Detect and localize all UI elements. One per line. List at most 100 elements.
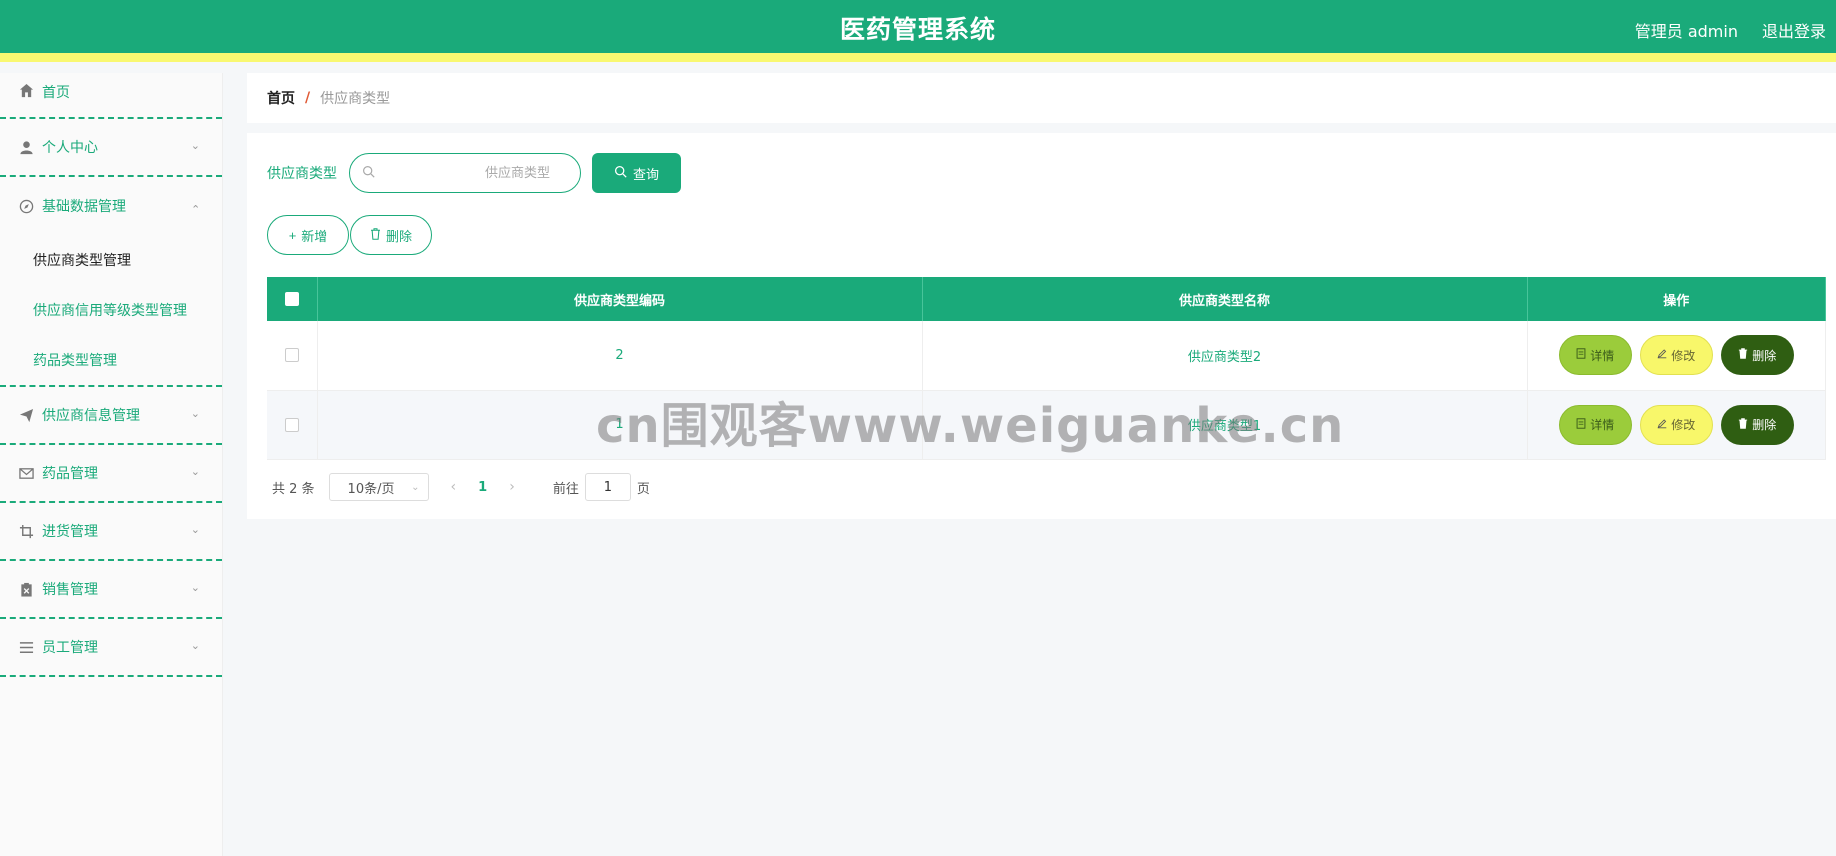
column-header-name: 供应商类型名称 [922,277,1528,321]
sidebar-item-label: 供应商信用等级类型管理 [33,303,187,319]
compass-icon [18,198,34,214]
search-icon [362,165,375,182]
search-icon [614,165,627,181]
sidebar-item-home[interactable]: 首页 [0,73,222,119]
clipboard-icon [18,581,34,597]
user-icon [18,139,34,155]
pencil-icon [1657,418,1667,432]
detail-button-label: 详情 [1590,348,1615,363]
search-input[interactable] [375,164,568,182]
chevron-up-icon: ⌄ [190,202,200,216]
column-header-actions: 操作 [1527,277,1826,321]
chevron-down-icon: ⌄ [190,465,200,479]
add-button[interactable]: + 新增 [267,215,349,255]
pagination: 共 2 条 10条/页 ⌄ ‹ 1 › 前往 页 [272,473,650,501]
admin-user-label[interactable]: 管理员 admin [1635,18,1738,42]
goto-prefix: 前往 [552,481,579,497]
cell-actions: 详情 修改 删除 [1527,390,1826,460]
logout-link[interactable]: 退出登录 [1762,18,1826,42]
list-icon [18,639,34,655]
goto-page-input[interactable] [584,473,631,501]
sidebar-item-purchase[interactable]: 进货管理 ⌄ [0,503,222,561]
breadcrumb-home[interactable]: 首页 [267,88,295,108]
select-all-checkbox[interactable] [284,292,299,306]
add-button-label: 新增 [301,228,328,244]
table-row: 2 供应商类型2 详情 修改 删除 [267,321,1826,391]
delete-row-button[interactable]: 删除 [1720,335,1794,376]
breadcrumb-current: 供应商类型 [320,91,391,107]
detail-button[interactable]: 详情 [1558,335,1632,376]
sidebar-item-basic-data[interactable]: 基础数据管理 ⌄ [0,177,222,235]
sidebar-item-staff[interactable]: 员工管理 ⌄ [0,619,222,677]
edit-button-label: 修改 [1671,418,1696,432]
column-header-code: 供应商类型编码 [317,277,923,321]
submenu-basic-data: 供应商类型管理 供应商信用等级类型管理 药品类型管理 [0,235,222,387]
page-number-current[interactable]: 1 [478,480,487,495]
sidebar-item-label: 销售管理 [42,582,98,598]
home-icon [18,82,34,98]
table-header-row: 供应商类型编码 供应商类型名称 操作 [267,277,1826,321]
delete-row-button-label: 删除 [1752,418,1777,432]
breadcrumb: 首页 / 供应商类型 [247,73,1836,123]
trash-icon [1738,348,1748,362]
edit-button-label: 修改 [1671,348,1696,363]
delete-button-label: 删除 [385,228,412,244]
send-icon [18,407,34,423]
batch-delete-button[interactable]: 删除 [350,215,432,255]
chevron-down-icon: ⌄ [190,639,200,653]
header-user-area: 管理员 admin 退出登录 [1635,18,1826,42]
search-label: 供应商类型 [267,166,337,182]
search-box [349,153,581,193]
cell-actions: 详情 修改 删除 [1527,321,1826,391]
chevron-down-icon: ⌄ [411,481,420,493]
sidebar-item-drug[interactable]: 药品管理 ⌄ [0,445,222,503]
supplier-type-table: 供应商类型编码 供应商类型名称 操作 2 供应商类型2 详情 修改 删除 1 供… [267,277,1826,460]
sidebar-item-supplier-credit-type[interactable]: 供应商信用等级类型管理 [0,285,222,335]
row-checkbox-cell [267,321,318,391]
sidebar-item-label: 供应商信息管理 [42,408,140,424]
chevron-down-icon: ⌄ [190,139,200,153]
sidebar-item-supplier-info[interactable]: 供应商信息管理 ⌄ [0,387,222,445]
row-checkbox[interactable] [284,348,299,363]
next-page-button[interactable]: › [509,479,515,495]
plus-icon: + [288,227,297,243]
sidebar-item-label: 进货管理 [42,524,98,540]
goto-suffix: 页 [636,481,650,497]
chevron-down-icon: ⌄ [190,407,200,421]
sidebar: 首页 个人中心 ⌄ 基础数据管理 ⌄ 供应商类型管理 供应商信用等级类型管理 药… [0,73,223,856]
detail-button[interactable]: 详情 [1558,404,1632,445]
select-all-cell [267,277,318,321]
chevron-down-icon: ⌄ [190,581,200,595]
prev-page-button[interactable]: ‹ [451,479,457,495]
query-button-label: 查询 [632,166,659,182]
sidebar-item-supplier-type[interactable]: 供应商类型管理 [0,235,222,285]
app-title: 医药管理系统 [839,15,996,44]
trash-icon [370,227,381,243]
edit-button[interactable]: 修改 [1639,335,1713,376]
page-size-select[interactable]: 10条/页 ⌄ [328,473,429,501]
sidebar-item-label: 基础数据管理 [42,199,126,215]
sidebar-item-label: 个人中心 [42,140,98,156]
action-row: + 新增 删除 [267,215,432,255]
delete-row-button[interactable]: 删除 [1720,404,1794,445]
pagination-total: 共 2 条 [272,481,315,497]
query-button[interactable]: 查询 [592,153,681,193]
document-icon [1576,417,1586,432]
mail-icon [18,465,34,481]
sidebar-item-label: 药品类型管理 [33,353,117,369]
header-accent-line [0,53,1836,62]
sidebar-item-label: 药品管理 [42,466,98,482]
edit-button[interactable]: 修改 [1639,404,1713,445]
cell-name: 供应商类型1 [922,390,1528,460]
sidebar-item-label: 员工管理 [42,640,98,656]
sidebar-item-drug-type[interactable]: 药品类型管理 [0,335,222,385]
top-header: 医药管理系统 管理员 admin 退出登录 [0,0,1836,62]
trash-icon [1738,417,1748,432]
cell-name: 供应商类型2 [922,321,1528,391]
delete-row-button-label: 删除 [1752,348,1777,363]
sidebar-item-label: 首页 [42,85,70,101]
search-row: 供应商类型 查询 [267,153,681,193]
sidebar-item-sales[interactable]: 销售管理 ⌄ [0,561,222,619]
sidebar-item-personal-center[interactable]: 个人中心 ⌄ [0,119,222,177]
row-checkbox[interactable] [284,417,299,432]
